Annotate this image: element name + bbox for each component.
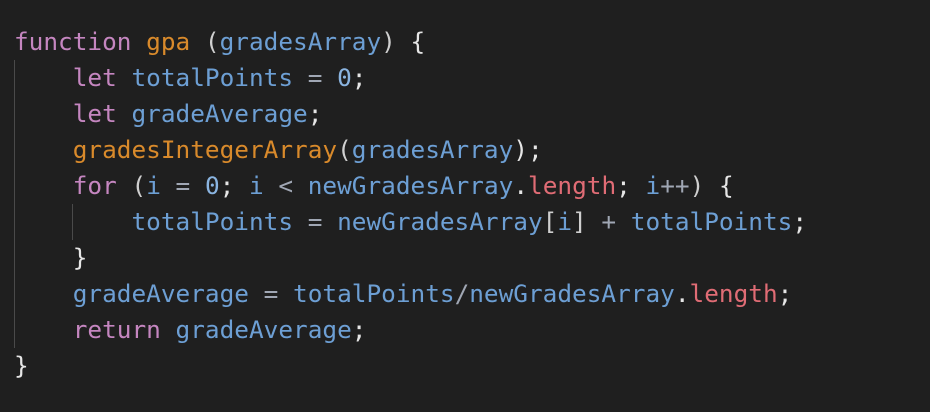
code-token: ; [351, 315, 367, 344]
code-token: } [72, 243, 88, 272]
code-token: / [454, 279, 470, 308]
code-token: ; [777, 279, 793, 308]
code-token: 0 [337, 63, 352, 92]
code-line[interactable]: return gradeAverage; [14, 312, 807, 348]
code-line[interactable]: } [14, 240, 807, 276]
code-token: + [586, 207, 631, 236]
code-line[interactable]: totalPoints = newGradesArray[i] + totalP… [14, 204, 807, 240]
code-token: totalPoints [131, 207, 294, 236]
code-token: for [72, 171, 117, 200]
code-line[interactable]: gradeAverage = totalPoints/newGradesArra… [14, 276, 807, 312]
code-token: gradeAverage [175, 315, 352, 344]
code-token: function [14, 27, 132, 56]
code-token: totalPoints [630, 207, 793, 236]
code-token: length [689, 279, 778, 308]
code-token: ; [307, 99, 323, 128]
code-token: gradesArray [219, 27, 382, 56]
code-token: ; [792, 207, 808, 236]
code-token: gradeAverage [72, 279, 249, 308]
code-block[interactable]: function gpa (gradesArray) { let totalPo… [14, 24, 807, 384]
code-token: i [146, 171, 161, 200]
code-token: gpa [146, 27, 191, 56]
code-token: = [293, 207, 338, 236]
code-line[interactable]: gradesIntegerArray(gradesArray); [14, 132, 807, 168]
code-token: gradeAverage [131, 99, 308, 128]
code-token: return [72, 315, 161, 344]
code-token: totalPoints [293, 279, 455, 308]
code-token: ) [689, 171, 705, 200]
code-token: i [249, 171, 264, 200]
code-token: totalPoints [131, 63, 294, 92]
code-token: ( [204, 27, 220, 56]
code-token: ; [351, 63, 367, 92]
code-token: newGradesArray [469, 279, 675, 308]
code-token: ) [381, 27, 396, 56]
code-token: . [674, 279, 690, 308]
code-line[interactable]: } [14, 348, 807, 384]
code-editor[interactable]: function gpa (gradesArray) { let totalPo… [0, 0, 930, 412]
code-token: ( [131, 171, 147, 200]
code-line[interactable]: function gpa (gradesArray) { [14, 24, 807, 60]
code-line[interactable]: let totalPoints = 0; [14, 60, 807, 96]
code-token: . [513, 171, 529, 200]
code-line[interactable]: for (i = 0; i < newGradesArray.length; i… [14, 168, 807, 204]
code-token: ; [616, 171, 646, 200]
code-token: gradesIntegerArray [72, 135, 338, 164]
code-token: { [704, 171, 734, 200]
code-token: = [160, 171, 205, 200]
code-token: let [72, 63, 117, 92]
code-token: ] [572, 207, 587, 236]
code-token: { [395, 27, 426, 56]
code-token: i [645, 171, 661, 200]
code-token: i [557, 207, 573, 236]
code-token: length [528, 171, 617, 200]
code-line[interactable]: let gradeAverage; [14, 96, 807, 132]
code-token: = [293, 63, 338, 92]
code-token: = [248, 279, 294, 308]
code-token: } [14, 351, 29, 380]
code-token: [ [542, 207, 558, 236]
code-token: 0 [204, 171, 220, 200]
code-token: ++ [660, 171, 690, 200]
code-token: gradesArray [351, 135, 514, 164]
code-token: ); [513, 135, 543, 164]
code-token: let [72, 99, 117, 128]
code-token: newGradesArray [337, 207, 543, 236]
code-token: newGradesArray [307, 171, 514, 200]
code-token: ( [337, 135, 352, 164]
code-token: ; [219, 171, 249, 200]
code-token: < [263, 171, 308, 200]
